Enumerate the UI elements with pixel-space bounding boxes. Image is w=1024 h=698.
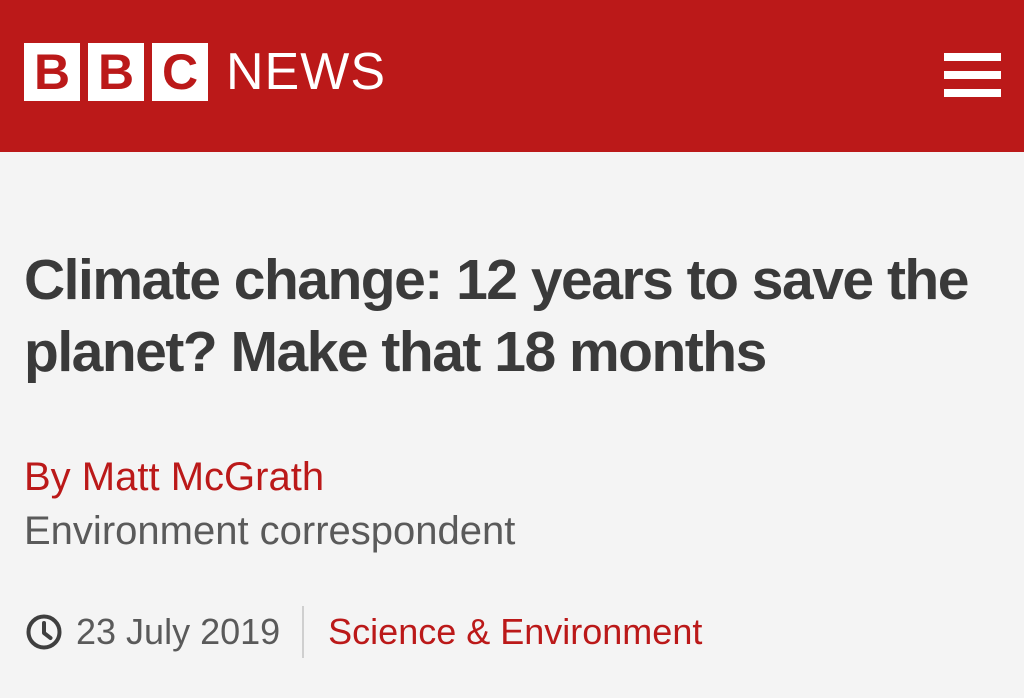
publish-date: 23 July 2019	[76, 611, 281, 652]
article-meta: 23 July 2019 Science & Environment	[24, 604, 702, 660]
clock-icon	[26, 614, 62, 650]
author-byline[interactable]: By Matt McGrath	[24, 453, 324, 501]
hamburger-menu-icon[interactable]	[944, 53, 1001, 97]
logo-block-c: C	[152, 43, 208, 101]
author-role: Environment correspondent	[24, 509, 516, 553]
bbc-news-logo[interactable]: B B C NEWS	[24, 43, 386, 101]
article-headline: Climate change: 12 years to save the pla…	[24, 248, 969, 384]
site-header: B B C NEWS	[0, 0, 1024, 152]
logo-block-b1: B	[24, 43, 80, 101]
logo-news-word: NEWS	[226, 43, 386, 101]
menu-bar-top	[944, 53, 1001, 61]
menu-bar-bottom	[944, 89, 1001, 97]
section-link[interactable]: Science & Environment	[328, 604, 702, 660]
logo-block-b2: B	[88, 43, 144, 101]
meta-divider	[302, 606, 305, 658]
menu-bar-middle	[944, 71, 1001, 79]
